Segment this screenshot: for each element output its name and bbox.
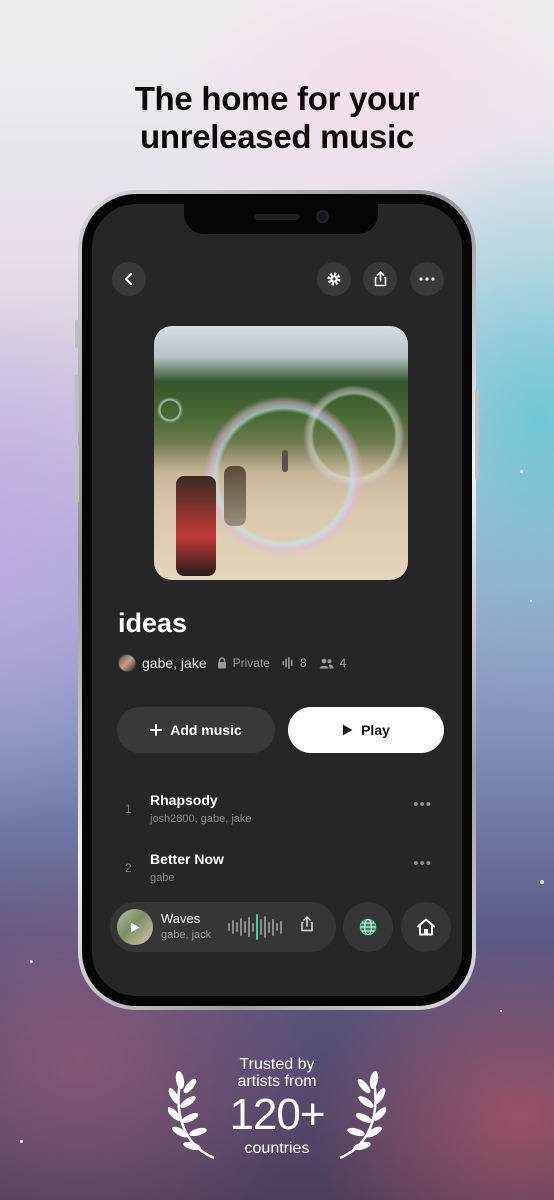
- add-music-label: Add music: [170, 722, 242, 738]
- people-icon: [319, 658, 334, 669]
- sparkle: [30, 960, 33, 963]
- play-icon: [343, 724, 353, 736]
- now-playing-bar[interactable]: Waves gabe, jack: [110, 902, 336, 952]
- waveform-bar: [240, 918, 242, 936]
- now-playing-artists: gabe, jack: [161, 929, 212, 941]
- earpiece-speaker: [254, 214, 300, 220]
- home-icon: [417, 918, 435, 936]
- track-number: 2: [125, 861, 132, 875]
- waveform-bar: [228, 923, 230, 931]
- waveform-bar: [232, 920, 234, 934]
- phone-volume-down: [75, 445, 79, 503]
- trust-badge: Trusted by artists from 120+ countries: [0, 1056, 554, 1158]
- settings-button[interactable]: [317, 262, 351, 296]
- track-artists: josh2800, gabe, jake: [150, 813, 252, 825]
- waveform-bar: [264, 916, 266, 938]
- track-title: Better Now: [150, 851, 224, 867]
- now-playing-artwork[interactable]: [117, 909, 153, 945]
- now-playing-title: Waves: [161, 911, 201, 926]
- waveform-bar: [268, 921, 270, 933]
- back-button[interactable]: [112, 262, 146, 296]
- notch: [184, 204, 378, 234]
- waveform-bar: [276, 923, 278, 931]
- sparkle: [500, 1010, 502, 1012]
- playlist-owners[interactable]: gabe, jake: [142, 655, 207, 671]
- waveform-bar: [248, 917, 250, 937]
- trust-count: 120+: [229, 1090, 325, 1139]
- globe-icon: [359, 918, 377, 936]
- now-playing-share-button[interactable]: [300, 916, 314, 937]
- lock-icon: [217, 657, 227, 669]
- trust-line-1: Trusted by: [239, 1056, 315, 1073]
- track-more-button[interactable]: •••: [413, 796, 432, 813]
- play-button[interactable]: Play: [288, 707, 444, 753]
- waveform-bar: [280, 920, 282, 934]
- add-music-button[interactable]: Add music: [117, 707, 275, 753]
- waveform-bar: [252, 922, 254, 932]
- phone-side-button: [75, 320, 79, 348]
- more-options-button[interactable]: [410, 262, 444, 296]
- sparkle: [540, 880, 544, 884]
- headline-line-2: unreleased music: [140, 118, 414, 155]
- play-icon: [131, 922, 140, 932]
- trust-line-3: countries: [244, 1140, 310, 1157]
- artwork-figure: [176, 476, 216, 576]
- track-row[interactable]: 2 Better Now gabe •••: [92, 847, 462, 891]
- sparkle: [520, 470, 523, 473]
- artwork-figure: [282, 450, 288, 472]
- plays-count: 8: [299, 656, 307, 670]
- ellipsis-icon: [419, 277, 435, 281]
- now-playing-waveform[interactable]: [228, 914, 284, 940]
- waveform-bar: [256, 914, 258, 940]
- track-more-button[interactable]: •••: [413, 855, 432, 872]
- waveform-bar: [260, 919, 262, 935]
- track-row[interactable]: 1 Rhapsody josh2800, gabe, jake •••: [92, 788, 462, 832]
- waveform-icon: [282, 657, 294, 669]
- waveform-bar: [272, 918, 274, 936]
- share-icon: [301, 916, 313, 932]
- track-number: 1: [125, 802, 132, 816]
- front-camera: [316, 210, 329, 223]
- chevron-left-icon: [125, 273, 132, 285]
- play-label: Play: [361, 722, 390, 738]
- explore-button[interactable]: [343, 902, 393, 952]
- privacy-label: Private: [232, 656, 270, 670]
- share-button[interactable]: [363, 262, 397, 296]
- playlist-meta: gabe, jake Private 8 4: [118, 654, 346, 672]
- headline-line-1: The home for your: [134, 80, 420, 117]
- phone-volume-up: [75, 375, 79, 433]
- phone-power-button: [475, 390, 479, 480]
- waveform-bar: [236, 922, 238, 932]
- playlist-artwork: [154, 326, 408, 580]
- waveform-bar: [244, 921, 246, 933]
- home-button[interactable]: [401, 902, 451, 952]
- members-count: 4: [339, 656, 347, 670]
- playlist-title: ideas: [118, 608, 188, 638]
- share-icon: [374, 271, 386, 287]
- app-screen: ideas gabe, jake Private 8 4 Add music P…: [92, 204, 462, 996]
- sparkle: [530, 600, 532, 602]
- gear-icon: [327, 272, 341, 286]
- marketing-headline: The home for your unreleased music: [0, 80, 554, 156]
- trust-line-2: artists from: [237, 1073, 317, 1090]
- artwork-figure: [224, 466, 246, 526]
- phone-frame: ideas gabe, jake Private 8 4 Add music P…: [75, 190, 479, 1010]
- plus-icon: [150, 724, 163, 736]
- owners-avatar: [118, 654, 136, 672]
- track-title: Rhapsody: [150, 792, 218, 808]
- track-artists: gabe: [150, 872, 175, 884]
